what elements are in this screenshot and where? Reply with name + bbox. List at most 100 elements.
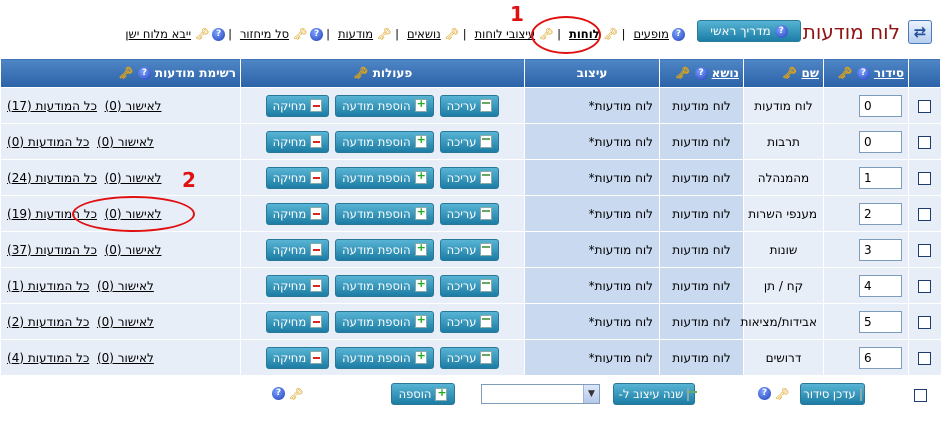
- all-ads-link[interactable]: כל המודעות (37): [7, 243, 97, 257]
- edit-button[interactable]: עריכה: [439, 238, 500, 261]
- pending-approval-link[interactable]: לאישור (0): [105, 99, 162, 113]
- change-design-button[interactable]: שנה עיצוב ל-: [613, 383, 698, 405]
- board-name: תרבות: [767, 134, 800, 149]
- add-ad-button[interactable]: הוספת מודעה: [335, 310, 434, 333]
- edit-button[interactable]: עריכה: [439, 94, 500, 117]
- help-icon[interactable]: ?: [212, 27, 226, 41]
- add-ad-label: הוספת מודעה: [342, 242, 411, 257]
- add-icon: [414, 97, 427, 112]
- order-input[interactable]: [859, 166, 902, 189]
- delete-label: מחיקה: [272, 242, 307, 257]
- delete-button[interactable]: מחיקה: [265, 130, 330, 153]
- order-cell: [823, 231, 909, 268]
- add-ad-button[interactable]: הוספת מודעה: [335, 274, 434, 297]
- nav-item-recycle-bin[interactable]: ? 🗝 סל מיחזור: [239, 27, 324, 41]
- add-ad-button[interactable]: הוספת מודעה: [335, 166, 434, 189]
- nav-link-ads[interactable]: מודעות: [337, 27, 374, 41]
- all-ads-link[interactable]: כל המודעות (1): [7, 279, 89, 293]
- row-checkbox[interactable]: [918, 351, 932, 365]
- update-order-button[interactable]: עדכן סידור: [800, 383, 865, 405]
- row-checkbox[interactable]: [918, 279, 932, 293]
- sort-by-topic[interactable]: נושא: [712, 66, 739, 80]
- pending-approval-link[interactable]: לאישור (0): [105, 171, 162, 185]
- sort-by-name[interactable]: שם: [802, 66, 819, 80]
- delete-button[interactable]: מחיקה: [265, 202, 330, 225]
- header-select: [908, 58, 941, 88]
- chevron-down-icon[interactable]: ▼: [583, 385, 599, 403]
- refresh-icon[interactable]: ⇄: [908, 20, 932, 44]
- pending-approval-link[interactable]: לאישור (0): [97, 279, 154, 293]
- nav-link-shows[interactable]: מופעים: [632, 27, 670, 41]
- order-cell: [823, 303, 909, 340]
- delete-label: מחיקה: [272, 170, 307, 185]
- row-checkbox[interactable]: [918, 135, 932, 149]
- row-checkbox[interactable]: [918, 171, 932, 185]
- all-ads-link[interactable]: כל המודעות (2): [7, 315, 89, 329]
- add-ad-button[interactable]: הוספת מודעה: [335, 238, 434, 261]
- order-input[interactable]: [859, 94, 902, 117]
- delete-button[interactable]: מחיקה: [265, 238, 330, 261]
- help-icon[interactable]: ?: [137, 66, 151, 80]
- order-input[interactable]: [859, 310, 902, 333]
- delete-label: מחיקה: [272, 206, 307, 221]
- nav-link-recycle-bin[interactable]: סל מיחזור: [239, 27, 290, 41]
- edit-button[interactable]: עריכה: [439, 166, 500, 189]
- nav-link-import-old[interactable]: ייבא מלוח ישן: [124, 27, 192, 41]
- nav-item-import-old[interactable]: ? 🗝 ייבא מלוח ישן: [124, 27, 226, 41]
- edit-button[interactable]: עריכה: [439, 346, 500, 369]
- delete-button[interactable]: מחיקה: [265, 166, 330, 189]
- add-ad-button[interactable]: הוספת מודעה: [335, 202, 434, 225]
- select-all-checkbox[interactable]: [914, 389, 927, 402]
- delete-button[interactable]: מחיקה: [265, 346, 330, 369]
- delete-icon: [310, 171, 323, 184]
- edit-button[interactable]: עריכה: [439, 274, 500, 297]
- help-icon[interactable]: ?: [758, 387, 771, 400]
- help-icon[interactable]: ?: [694, 66, 708, 80]
- nav-item-ads[interactable]: 🗝 מודעות: [337, 27, 392, 41]
- row-checkbox[interactable]: [918, 99, 932, 113]
- order-input[interactable]: [859, 238, 902, 261]
- pending-approval-link[interactable]: לאישור (0): [97, 135, 154, 149]
- nav-item-shows[interactable]: ? מופעים: [632, 27, 685, 41]
- delete-button[interactable]: מחיקה: [265, 310, 330, 333]
- add-ad-button[interactable]: הוספת מודעה: [335, 94, 434, 117]
- edit-button[interactable]: עריכה: [439, 130, 500, 153]
- row-checkbox[interactable]: [918, 207, 932, 221]
- select-cell: [908, 231, 941, 268]
- delete-button[interactable]: מחיקה: [265, 94, 330, 117]
- all-ads-link[interactable]: כל המודעות (24): [7, 171, 97, 185]
- row-checkbox[interactable]: [918, 315, 932, 329]
- topic-cell: לוח מודעות: [659, 195, 744, 232]
- delete-button[interactable]: מחיקה: [265, 274, 330, 297]
- nav-link-board-designs[interactable]: עיצובי לוחות: [474, 27, 536, 41]
- order-input[interactable]: [859, 346, 902, 369]
- nav-link-topics[interactable]: נושאים: [406, 27, 442, 41]
- add-ad-button[interactable]: הוספת מודעה: [335, 346, 434, 369]
- sort-by-order[interactable]: סידור: [874, 66, 904, 80]
- pending-approval-link[interactable]: לאישור (0): [97, 315, 154, 329]
- row-checkbox[interactable]: [918, 243, 932, 257]
- order-input[interactable]: [859, 202, 902, 225]
- all-ads-link[interactable]: כל המודעות (17): [7, 99, 97, 113]
- nav-item-topics[interactable]: 🗝 נושאים: [406, 27, 460, 41]
- add-ad-button[interactable]: הוספת מודעה: [335, 130, 434, 153]
- add-board-button[interactable]: הוספה: [391, 383, 455, 405]
- edit-button[interactable]: עריכה: [439, 310, 500, 333]
- design-select[interactable]: ▼: [481, 384, 600, 404]
- table-row: דרושים לוח מודעות לוח מודעות* עריכה הוספ…: [0, 339, 941, 376]
- all-ads-link[interactable]: כל המודעות (0): [7, 135, 89, 149]
- pending-approval-link[interactable]: לאישור (0): [97, 351, 154, 365]
- help-icon[interactable]: ?: [272, 387, 285, 400]
- main-guide-button[interactable]: ? מדריך ראשי: [697, 20, 801, 42]
- design-header-label: עיצוב: [576, 66, 608, 80]
- select-cell: [908, 87, 941, 124]
- pending-approval-link[interactable]: לאישור (0): [105, 243, 162, 257]
- help-icon[interactable]: ?: [856, 66, 870, 80]
- change-design-label: שנה עיצוב ל-: [618, 387, 684, 401]
- help-icon[interactable]: ?: [310, 27, 324, 41]
- all-ads-link[interactable]: כל המודעות (4): [7, 351, 89, 365]
- edit-button[interactable]: עריכה: [439, 202, 500, 225]
- order-input[interactable]: [859, 130, 902, 153]
- order-input[interactable]: [859, 274, 902, 297]
- help-icon[interactable]: ?: [672, 27, 685, 41]
